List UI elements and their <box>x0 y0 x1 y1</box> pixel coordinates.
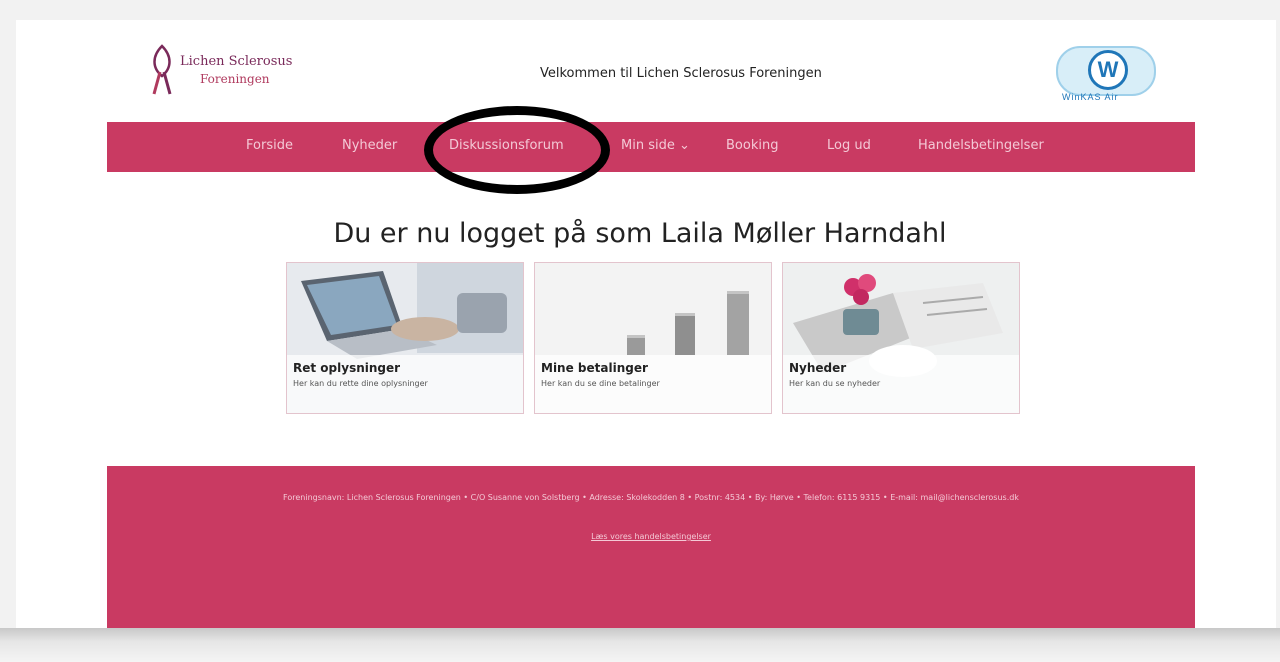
winkas-logo[interactable]: W WinKAS Air <box>1050 40 1160 106</box>
card-title: Ret oplysninger <box>293 361 401 375</box>
card-nyheder[interactable]: Nyheder Her kan du se nyheder <box>782 262 1020 414</box>
ribbon-logo-icon <box>152 44 172 95</box>
welcome-title: Velkommen til Lichen Sclerosus Foreninge… <box>540 66 822 81</box>
window-frame-bottom <box>0 628 1280 662</box>
card-description: Her kan du rette dine oplysninger <box>293 379 428 388</box>
nav-item-nyheder[interactable]: Nyheder <box>342 138 397 153</box>
winkas-logo-label: WinKAS Air <box>1062 92 1119 102</box>
card-description: Her kan du se nyheder <box>789 379 881 388</box>
logo-text-line1: Lichen Sclerosus <box>180 54 293 69</box>
nav-item-handelsbetingelser[interactable]: Handelsbetingelser <box>918 138 1044 153</box>
highlight-circle-annotation <box>424 106 610 194</box>
card-title: Mine betalinger <box>541 361 648 375</box>
window-frame-left <box>0 0 16 662</box>
footer-terms-link[interactable]: Læs vores handelsbetingelser <box>107 532 1195 541</box>
nav-item-forside[interactable]: Forside <box>246 138 293 153</box>
card-title: Nyheder <box>789 361 847 375</box>
card-ret-oplysninger[interactable]: Ret oplysninger Her kan du rette dine op… <box>286 262 524 414</box>
logo-text-line2: Foreningen <box>200 72 270 86</box>
nav-item-log-ud[interactable]: Log ud <box>827 138 871 153</box>
site-logo[interactable]: Lichen Sclerosus Foreningen <box>148 42 318 98</box>
card-mine-betalinger[interactable]: Mine betalinger Her kan du se dine betal… <box>534 262 772 414</box>
window-frame-top <box>0 0 1280 20</box>
card-description: Her kan du se dine betalinger <box>541 379 660 388</box>
main-nav: Forside Nyheder Diskussionsforum Min sid… <box>107 122 1195 172</box>
w-logo-icon: W <box>1088 50 1128 90</box>
nav-item-booking[interactable]: Booking <box>726 138 778 153</box>
footer-contact-info: Foreningsnavn: Lichen Sclerosus Forening… <box>283 493 1019 502</box>
window-frame-right <box>1276 0 1280 662</box>
logged-in-headline: Du er nu logget på som Laila Møller Harn… <box>333 218 947 249</box>
nav-item-min-side[interactable]: Min side ⌄ <box>621 138 690 153</box>
site-footer: Foreningsnavn: Lichen Sclerosus Forening… <box>107 466 1195 628</box>
